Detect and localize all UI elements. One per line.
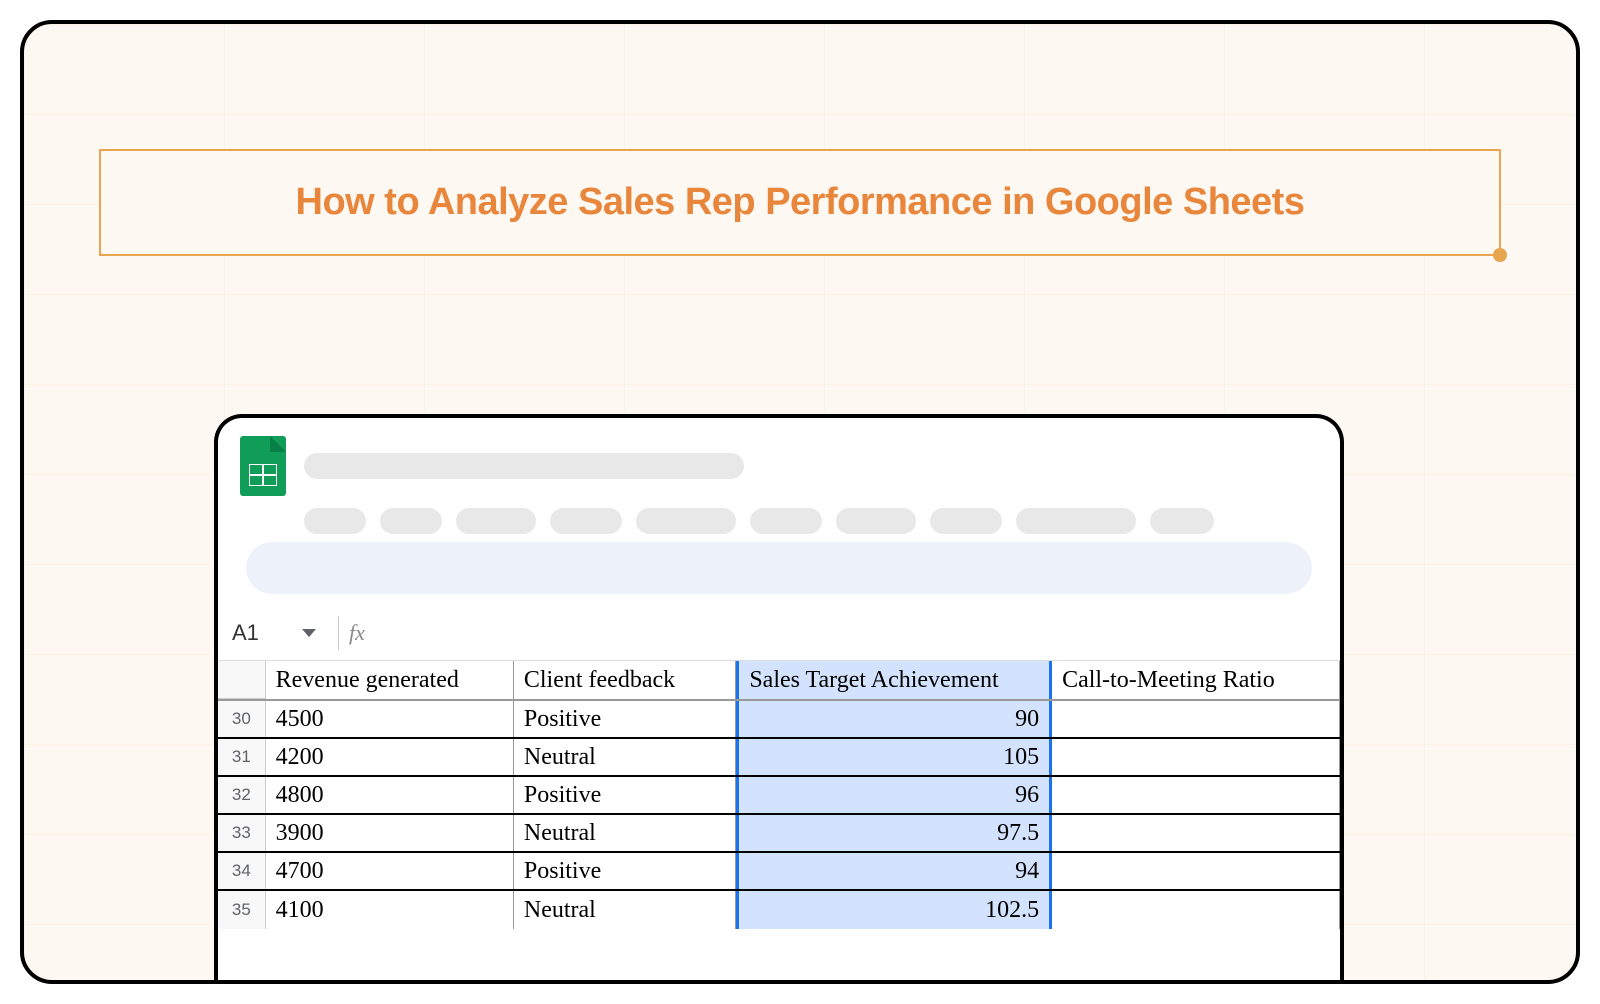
column-header[interactable]: Sales Target Achievement [736,661,1052,699]
cell[interactable]: 97.5 [736,815,1052,851]
cell[interactable]: 102.5 [736,891,1052,929]
menu-item-placeholder[interactable] [550,508,622,534]
cell[interactable]: Positive [514,777,736,813]
cell[interactable] [1052,891,1340,929]
cell[interactable]: 4700 [266,853,514,889]
cell[interactable] [1052,815,1340,851]
cell[interactable]: 105 [736,739,1052,775]
menu-item-placeholder[interactable] [304,508,366,534]
chevron-down-icon[interactable] [302,629,316,637]
select-all-corner[interactable] [218,661,266,699]
menu-item-placeholder[interactable] [456,508,536,534]
cell[interactable]: 4200 [266,739,514,775]
cell[interactable]: Neutral [514,739,736,775]
spreadsheet-grid[interactable]: Revenue generatedClient feedbackSales Ta… [218,661,1340,929]
table-row: 333900Neutral97.5 [218,815,1340,853]
cell[interactable]: 90 [736,701,1052,737]
name-box[interactable]: A1 [232,620,292,646]
column-header[interactable]: Call-to-Meeting Ratio [1052,661,1340,699]
menu-item-placeholder[interactable] [636,508,736,534]
table-row: 354100Neutral102.5 [218,891,1340,929]
cell[interactable]: 3900 [266,815,514,851]
tutorial-card: How to Analyze Sales Rep Performance in … [20,20,1580,984]
cell[interactable]: 94 [736,853,1052,889]
cell[interactable] [1052,701,1340,737]
row-number[interactable]: 31 [218,739,266,775]
menu-item-placeholder[interactable] [836,508,916,534]
cell[interactable] [1052,777,1340,813]
header-top-row [240,436,1318,496]
menu-item-placeholder[interactable] [380,508,442,534]
row-number[interactable]: 34 [218,853,266,889]
table-row: 344700Positive94 [218,853,1340,891]
row-number[interactable]: 35 [218,891,266,929]
formula-bar: A1 fx [218,606,1340,661]
cell[interactable]: 4100 [266,891,514,929]
row-number[interactable]: 32 [218,777,266,813]
title-container: How to Analyze Sales Rep Performance in … [99,149,1501,256]
column-header[interactable]: Revenue generated [266,661,514,699]
menu-item-placeholder[interactable] [1150,508,1214,534]
menu-bar [304,508,1318,534]
google-sheets-icon [240,436,286,496]
column-header[interactable]: Client feedback [514,661,736,699]
cell[interactable]: Neutral [514,891,736,929]
table-row: 324800Positive96 [218,777,1340,815]
table-row: 314200Neutral105 [218,739,1340,777]
toolbar-placeholder [246,542,1312,594]
sheets-header [218,418,1340,606]
page-title: How to Analyze Sales Rep Performance in … [141,181,1459,224]
cell[interactable]: Positive [514,701,736,737]
cell[interactable]: Neutral [514,815,736,851]
cell[interactable]: 4800 [266,777,514,813]
cell[interactable] [1052,853,1340,889]
menu-item-placeholder[interactable] [750,508,822,534]
row-number[interactable]: 30 [218,701,266,737]
menu-item-placeholder[interactable] [930,508,1002,534]
cell[interactable] [1052,739,1340,775]
cell[interactable]: Positive [514,853,736,889]
column-header-row: Revenue generatedClient feedbackSales Ta… [218,661,1340,701]
cell[interactable]: 96 [736,777,1052,813]
fx-icon: fx [349,620,365,646]
google-sheets-window: A1 fx Revenue generatedClient feedbackSa… [214,414,1344,984]
doc-title-placeholder[interactable] [304,453,744,479]
cell[interactable]: 4500 [266,701,514,737]
table-row: 304500Positive90 [218,701,1340,739]
fx-container: fx [338,616,375,650]
row-number[interactable]: 33 [218,815,266,851]
menu-item-placeholder[interactable] [1016,508,1136,534]
